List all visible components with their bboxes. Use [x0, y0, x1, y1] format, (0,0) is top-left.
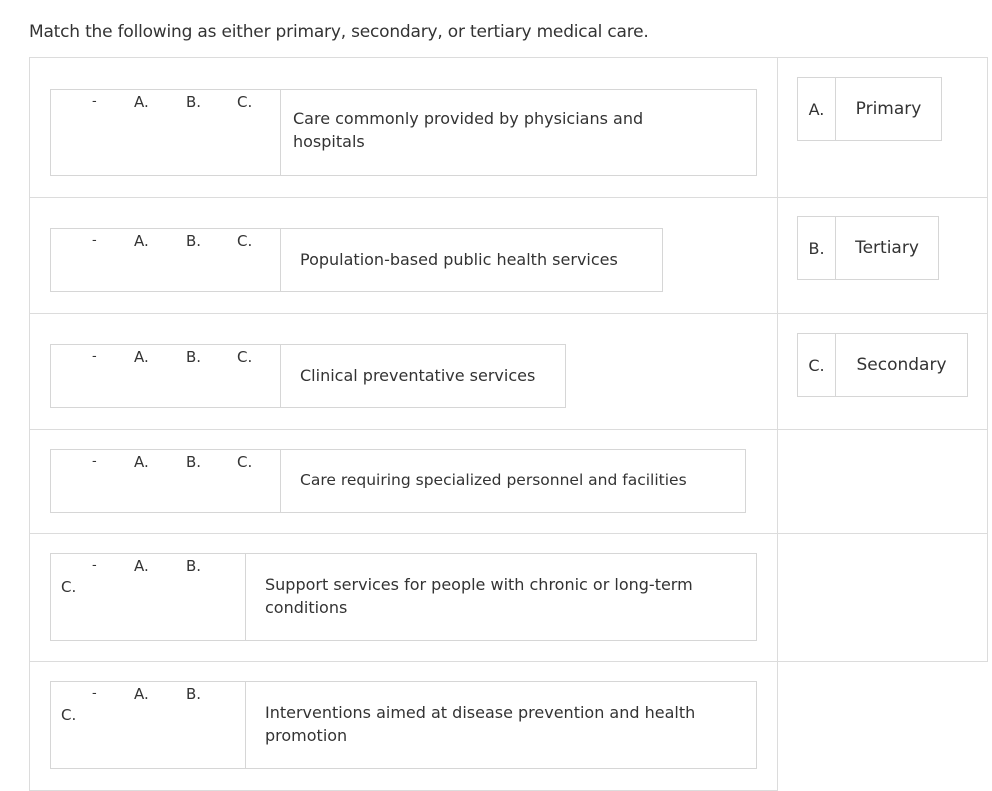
dropdown-placeholder: -	[92, 349, 97, 364]
answer-dropdown[interactable]: - A. B. C.	[51, 229, 281, 291]
item-text: Care commonly provided by physicians and…	[293, 109, 644, 151]
answer-choice-primary: A. Primary	[797, 77, 942, 141]
option-a[interactable]: A.	[134, 685, 149, 703]
answer-label: Secondary	[856, 355, 947, 375]
option-b[interactable]: B.	[186, 453, 201, 471]
answer-dropdown[interactable]: - A. B. C.	[51, 345, 281, 407]
option-c[interactable]: C.	[237, 453, 252, 471]
dropdown-placeholder: -	[92, 454, 97, 469]
answer-row	[777, 429, 988, 534]
option-b[interactable]: B.	[186, 685, 201, 703]
dropdown-placeholder: -	[92, 233, 97, 248]
option-a[interactable]: A.	[134, 93, 149, 111]
answer-dropdown[interactable]: - A. B. C.	[51, 90, 281, 175]
match-item: - A. B. C. Care commonly provided by phy…	[50, 89, 757, 176]
answer-letter: A.	[798, 78, 836, 140]
answer-row	[777, 533, 988, 662]
item-text: Care requiring specialized personnel and…	[300, 471, 687, 489]
item-text: Interventions aimed at disease preventio…	[265, 703, 696, 745]
match-item: - A. B. C. Clinical preventative service…	[50, 344, 566, 408]
match-item: - A. B. C. Population-based public healt…	[50, 228, 663, 292]
option-c[interactable]: C.	[237, 348, 252, 366]
option-a[interactable]: A.	[134, 348, 149, 366]
answer-label: Tertiary	[855, 238, 919, 258]
option-c[interactable]: C.	[61, 706, 76, 724]
answer-dropdown[interactable]: - A. B. C.	[51, 682, 246, 768]
item-text: Population-based public health services	[300, 250, 618, 269]
item-text: Support services for people with chronic…	[265, 575, 693, 617]
option-a[interactable]: A.	[134, 232, 149, 250]
answer-choice-secondary: C. Secondary	[797, 333, 968, 397]
answer-dropdown[interactable]: - A. B. C.	[51, 450, 281, 512]
option-c[interactable]: C.	[237, 232, 252, 250]
match-item: - A. B. C. Interventions aimed at diseas…	[50, 681, 757, 769]
option-b[interactable]: B.	[186, 93, 201, 111]
item-text: Clinical preventative services	[300, 366, 536, 385]
option-b[interactable]: B.	[186, 557, 201, 575]
option-b[interactable]: B.	[186, 232, 201, 250]
option-a[interactable]: A.	[134, 557, 149, 575]
answer-letter: C.	[798, 334, 836, 396]
dropdown-placeholder: -	[92, 94, 97, 109]
answer-label: Primary	[855, 99, 922, 119]
answer-choice-tertiary: B. Tertiary	[797, 216, 939, 280]
dropdown-placeholder: -	[92, 558, 97, 573]
option-c[interactable]: C.	[61, 578, 76, 596]
dropdown-placeholder: -	[92, 686, 97, 701]
answer-letter: B.	[798, 217, 836, 279]
question-prompt: Match the following as either primary, s…	[29, 22, 649, 42]
option-a[interactable]: A.	[134, 453, 149, 471]
option-b[interactable]: B.	[186, 348, 201, 366]
answer-dropdown[interactable]: - A. B. C.	[51, 554, 246, 640]
option-c[interactable]: C.	[237, 93, 252, 111]
match-item: - A. B. C. Care requiring specialized pe…	[50, 449, 746, 513]
match-item: - A. B. C. Support services for people w…	[50, 553, 757, 641]
